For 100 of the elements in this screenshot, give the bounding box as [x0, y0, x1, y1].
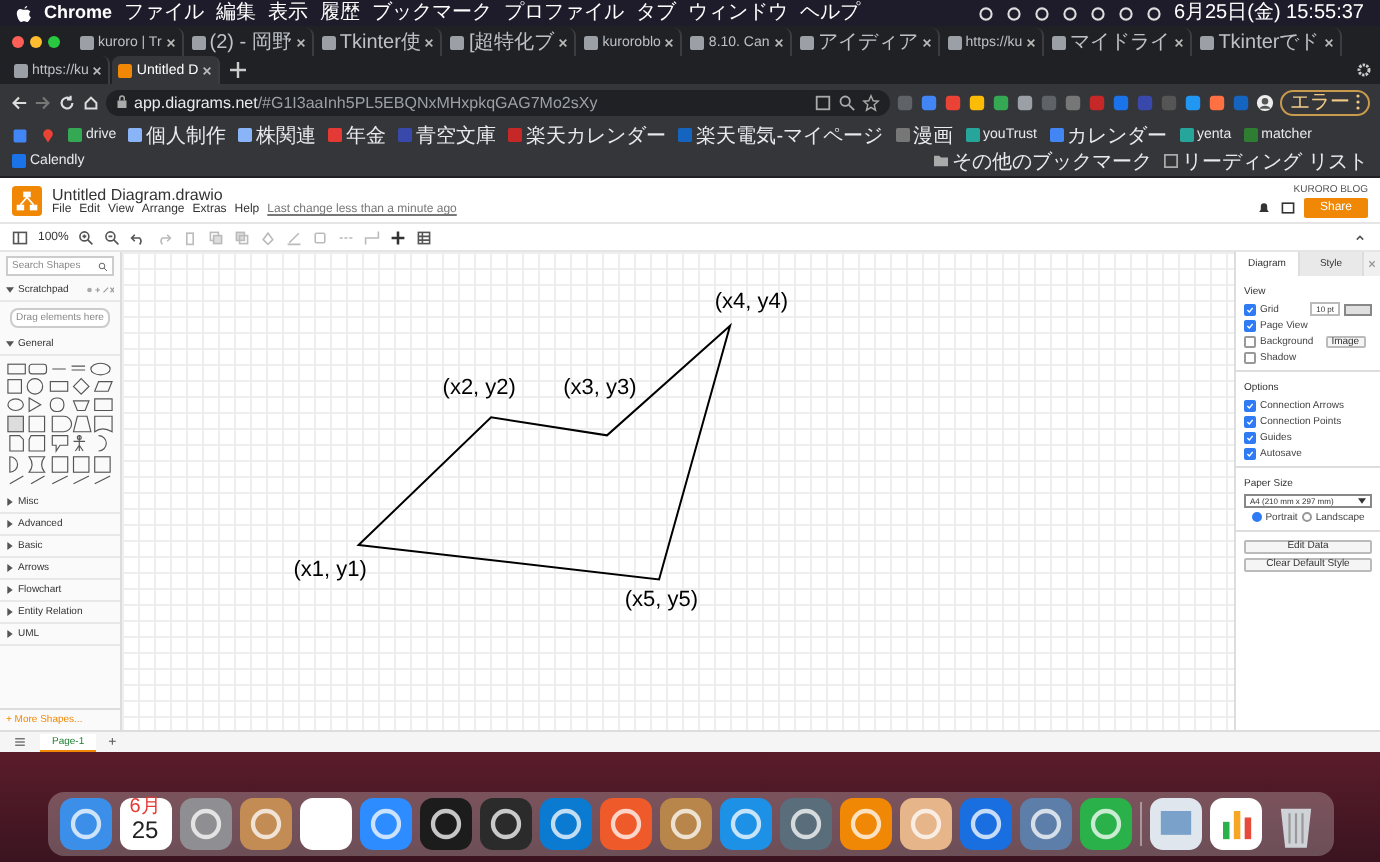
- map-pin-icon[interactable]: [40, 127, 56, 143]
- close-icon[interactable]: [202, 65, 213, 75]
- point-label[interactable]: (x2, y2): [442, 375, 516, 400]
- diagram-canvas[interactable]: (x1, y1) (x2, y2) (x3, y3) (x4, y4) (x5, y5): [122, 252, 1234, 730]
- browser-tab[interactable]: [超特化ブ: [444, 28, 577, 56]
- bell-icon[interactable]: [1255, 200, 1272, 216]
- expand-triangle-icon[interactable]: [6, 498, 14, 506]
- checkbox[interactable]: [1244, 351, 1256, 363]
- close-icon[interactable]: [664, 37, 675, 47]
- collapse-triangle-icon[interactable]: [6, 340, 14, 348]
- bookmark[interactable]: カレンダー: [1049, 122, 1168, 148]
- radio-button[interactable]: [1251, 512, 1262, 522]
- grid-color-swatch[interactable]: [1344, 303, 1372, 315]
- calendar-icon[interactable]: 6月 25: [119, 798, 171, 850]
- table-icon[interactable]: [416, 229, 433, 245]
- reload-icon[interactable]: [58, 93, 76, 111]
- app-icon[interactable]: [299, 798, 351, 850]
- zoom-out-icon[interactable]: [104, 229, 121, 245]
- expand-triangle-icon[interactable]: [6, 586, 14, 594]
- profile-error-button[interactable]: エラー: [1280, 89, 1370, 115]
- menu-item[interactable]: プロファイル: [504, 0, 625, 26]
- radio-button[interactable]: [1301, 512, 1312, 522]
- star-icon[interactable]: [862, 93, 880, 111]
- format-panel-icon[interactable]: [12, 229, 28, 245]
- app-icon[interactable]: [479, 798, 531, 850]
- app-icon[interactable]: [779, 798, 831, 850]
- bookmark[interactable]: 株関連: [238, 122, 317, 148]
- profile-avatar[interactable]: [1256, 93, 1274, 111]
- fullscreen-icon[interactable]: [1279, 200, 1296, 216]
- menu-item[interactable]: ウィンドウ: [688, 0, 789, 26]
- menu-item[interactable]: ブックマーク: [372, 0, 493, 26]
- bookmark[interactable]: 年金: [328, 122, 387, 148]
- line-color-icon[interactable]: [286, 229, 303, 245]
- preview-icon[interactable]: [1149, 798, 1201, 850]
- reading-list-button[interactable]: リーディング リスト: [1164, 148, 1368, 174]
- app-icon[interactable]: [59, 798, 111, 850]
- point-label[interactable]: (x4, y4): [714, 289, 789, 314]
- app-icon[interactable]: [959, 798, 1011, 850]
- expand-triangle-icon[interactable]: [6, 564, 14, 572]
- app-icon[interactable]: [179, 798, 231, 850]
- menu-app-name[interactable]: Chrome: [44, 0, 113, 26]
- menu-item[interactable]: 表示: [268, 0, 309, 26]
- bookmark[interactable]: 漫画: [895, 122, 954, 148]
- search-icon[interactable]: [838, 93, 856, 111]
- lock-icon[interactable]: [116, 94, 128, 110]
- bookmark[interactable]: 個人制作: [128, 122, 227, 148]
- expand-triangle-icon[interactable]: [6, 630, 14, 638]
- close-icon[interactable]: [1323, 37, 1334, 47]
- app-icon[interactable]: [899, 798, 951, 850]
- address-field[interactable]: app.diagrams.net/#G1I3aaInh5PL5EBQNxMHxpkqGAG7Mo2sXy: [106, 89, 890, 115]
- checkbox[interactable]: [1244, 303, 1256, 315]
- app-icon[interactable]: [359, 798, 411, 850]
- app-icon[interactable]: [539, 798, 591, 850]
- bookmark[interactable]: 楽天カレンダー: [508, 122, 667, 148]
- checkbox[interactable]: [1244, 319, 1256, 331]
- app-icon[interactable]: [239, 798, 291, 850]
- pages-menu-icon[interactable]: [12, 734, 28, 750]
- other-bookmarks-folder[interactable]: その他のブックマーク: [934, 148, 1153, 174]
- menu-item[interactable]: ヘルプ: [800, 0, 861, 26]
- bookmark[interactable]: 楽天電気-マイページ: [678, 122, 884, 148]
- expand-triangle-icon[interactable]: [6, 542, 14, 550]
- close-icon[interactable]: [773, 37, 784, 47]
- back-icon[interactable]: [10, 93, 28, 111]
- browser-tab[interactable]: マイドライ: [1046, 28, 1193, 56]
- menu-item[interactable]: ファイル: [124, 0, 205, 26]
- new-tab-icon[interactable]: [230, 62, 247, 78]
- scratchpad-tools-icon[interactable]: [86, 286, 114, 294]
- checkbox[interactable]: [1244, 447, 1256, 459]
- close-icon[interactable]: [165, 37, 176, 47]
- close-icon[interactable]: [92, 65, 103, 75]
- checkbox[interactable]: [1244, 415, 1256, 427]
- collapse-triangle-icon[interactable]: [6, 286, 14, 294]
- clock[interactable]: 6月25日(金) 15:55:37: [1173, 0, 1364, 26]
- browser-tab[interactable]: Tkinterでド: [1194, 28, 1342, 56]
- apple-logo-icon[interactable]: [16, 3, 32, 23]
- close-icon[interactable]: [558, 37, 569, 47]
- point-label[interactable]: (x1, y1): [293, 557, 367, 582]
- share-icon[interactable]: [814, 93, 832, 111]
- bookmark[interactable]: 青空文庫: [398, 122, 497, 148]
- browser-tab[interactable]: Tkinter使: [315, 28, 443, 56]
- menu-item[interactable]: タブ: [636, 0, 677, 26]
- app-icon[interactable]: [719, 798, 771, 850]
- point-label[interactable]: (x5, y5): [624, 587, 699, 612]
- menu-item[interactable]: 編集: [216, 0, 257, 26]
- bar-chart-icon[interactable]: [1209, 798, 1261, 850]
- close-icon[interactable]: [295, 37, 306, 47]
- app-icon[interactable]: [839, 798, 891, 850]
- insert-plus-icon[interactable]: [390, 229, 407, 245]
- zoom-in-icon[interactable]: [78, 229, 95, 245]
- home-icon[interactable]: [82, 93, 100, 111]
- settings-icon[interactable]: [1356, 62, 1372, 78]
- undo-icon[interactable]: [130, 229, 147, 245]
- app-icon[interactable]: [1019, 798, 1071, 850]
- close-icon[interactable]: [1026, 37, 1037, 47]
- app-icon[interactable]: [659, 798, 711, 850]
- close-icon[interactable]: [424, 37, 435, 47]
- document-title[interactable]: Untitled Diagram.drawio: [52, 186, 457, 204]
- app-icon[interactable]: [419, 798, 471, 850]
- checkbox[interactable]: [1244, 335, 1256, 347]
- point-label[interactable]: (x3, y3): [563, 375, 637, 400]
